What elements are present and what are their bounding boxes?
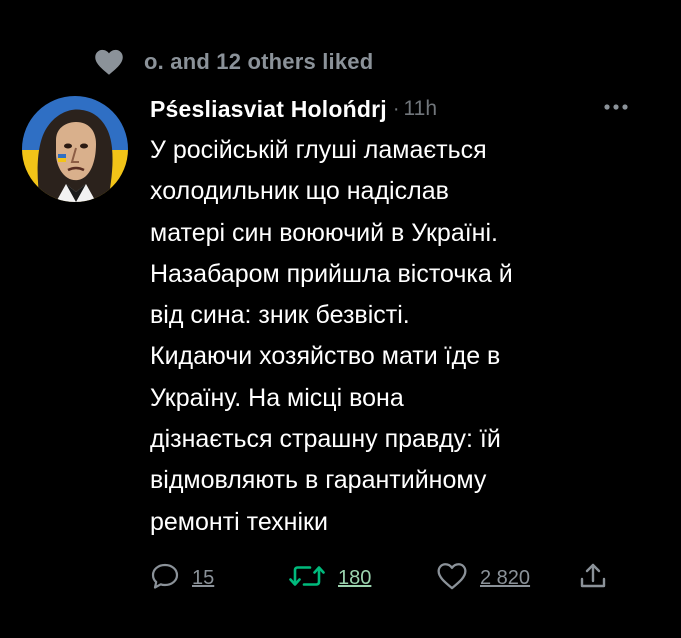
like-count: 2 820	[480, 566, 531, 589]
action-bar: 15 180 2 820	[0, 558, 681, 598]
author-name[interactable]: Pśesliasviat Holońdrj	[150, 96, 387, 123]
heart-filled-icon	[92, 46, 126, 78]
reply-count: 15	[192, 566, 215, 589]
post-text-line: відмовляють в гарантийному	[150, 466, 487, 495]
post-text-line: від сина: зник безвісті.	[150, 301, 410, 330]
more-button[interactable]	[596, 92, 636, 122]
like-button[interactable]: 2 820	[436, 558, 530, 598]
retweet-button[interactable]: 180	[288, 558, 371, 598]
separator-dot: ·	[392, 97, 400, 120]
share-button[interactable]	[578, 558, 608, 598]
post-header: Pśesliasviat Holońdrj · 11h	[150, 92, 650, 126]
share-icon	[578, 561, 608, 596]
more-horizontal-icon	[603, 98, 629, 116]
post-text-line: Україну. На місці вона	[150, 383, 404, 412]
social-context[interactable]: o. and 12 others liked	[92, 44, 373, 80]
post-text-line: дізнається страшну правду: їй	[150, 425, 501, 454]
post-text: У російській глуші ламається холодильник…	[150, 130, 650, 543]
reply-button[interactable]: 15	[150, 558, 214, 598]
liked-by-text[interactable]: o. and 12 others liked	[144, 49, 373, 75]
post-text-line: матері син воюючий в Україні.	[150, 218, 498, 247]
post-text-line: холодильник що надіслав	[150, 177, 449, 206]
post-text-line: Кидаючи хозяйство мати їде в	[150, 342, 501, 371]
reply-icon	[150, 562, 180, 595]
retweet-count: 180	[338, 566, 372, 589]
post-text-line: ремонті техніки	[150, 507, 328, 536]
retweet-icon	[288, 562, 326, 595]
avatar-image	[22, 96, 128, 202]
post-text-line: Назабаром прийшла вісточка й	[150, 259, 513, 288]
post-text-line: У російській глуші ламається	[150, 136, 487, 164]
heart-outline-icon	[436, 562, 468, 595]
post-timestamp[interactable]: 11h	[404, 97, 437, 121]
avatar[interactable]	[22, 96, 128, 202]
